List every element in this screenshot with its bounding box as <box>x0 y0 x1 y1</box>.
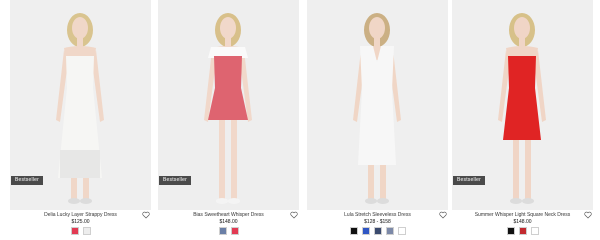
bestseller-badge: Bestseller <box>11 176 43 185</box>
color-swatch[interactable] <box>70 227 79 235</box>
color-swatch[interactable] <box>385 227 394 235</box>
wishlist-heart-icon[interactable] <box>584 211 592 219</box>
color-swatch[interactable] <box>230 227 239 235</box>
color-swatch[interactable] <box>349 227 358 235</box>
product-card[interactable]: Bestseller Bias Sweetheart Whisper Dress $… <box>158 0 299 240</box>
product-photo-figure <box>307 0 448 210</box>
product-name[interactable]: Delia Lucky Layer Strappy Dress <box>10 212 151 218</box>
bestseller-badge: Bestseller <box>159 176 191 185</box>
color-swatch[interactable] <box>530 227 539 235</box>
color-swatch[interactable] <box>397 227 406 235</box>
product-card[interactable]: Bestseller Delia Lucky Layer Strappy Dres… <box>10 0 151 240</box>
color-swatches <box>158 227 299 235</box>
color-swatches <box>307 227 448 235</box>
product-price: $125.00 <box>71 219 90 225</box>
product-price: $148.00 <box>219 219 238 225</box>
wishlist-heart-icon[interactable] <box>290 211 298 219</box>
color-swatches <box>10 227 151 235</box>
color-swatch[interactable] <box>518 227 527 235</box>
color-swatches <box>452 227 593 235</box>
product-name[interactable]: Lula Stretch Sleeveless Dress <box>307 212 448 218</box>
wishlist-heart-icon[interactable] <box>439 211 447 219</box>
product-grid: Bestseller Delia Lucky Layer Strappy Dres… <box>0 0 600 240</box>
product-name[interactable]: Summer Whisper Light Square Neck Dress <box>452 212 593 218</box>
color-swatch[interactable] <box>361 227 370 235</box>
color-swatch[interactable] <box>506 227 515 235</box>
product-name[interactable]: Bias Sweetheart Whisper Dress <box>158 212 299 218</box>
product-card[interactable]: Lula Stretch Sleeveless Dress $128 - $158 <box>307 0 448 240</box>
product-card[interactable]: Bestseller Summer Whisper Light Square Ne… <box>452 0 593 240</box>
product-image[interactable] <box>307 0 448 210</box>
product-price: $148.00 <box>513 219 532 225</box>
color-swatch[interactable] <box>373 227 382 235</box>
color-swatch[interactable] <box>218 227 227 235</box>
color-swatch[interactable] <box>82 227 91 235</box>
product-price: $128 - $158 <box>364 219 391 225</box>
bestseller-badge: Bestseller <box>453 176 485 185</box>
wishlist-heart-icon[interactable] <box>142 211 150 219</box>
